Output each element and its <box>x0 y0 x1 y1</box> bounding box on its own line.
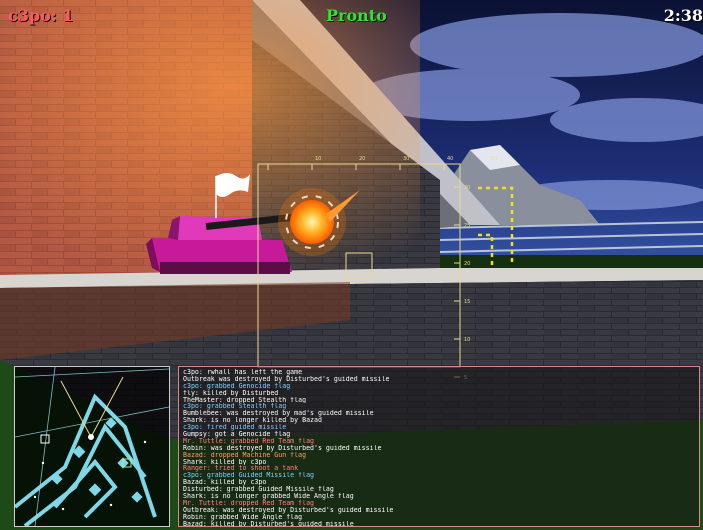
console-message: c3po: grabbed Guided Missile flag <box>183 472 315 480</box>
scope-top-tick-label: 10 <box>315 156 321 162</box>
message-console[interactable]: c3po: rwhall has left the game Outbreak w… <box>178 366 700 527</box>
message-list: c3po: rwhall has left the game Outbreak w… <box>179 367 699 527</box>
radar-walls <box>15 393 157 526</box>
scope-top-tick-label: 30 <box>403 156 409 162</box>
scope-right-tick-label: 15 <box>464 299 470 305</box>
console-message: Bazad: killed by c3po <box>183 479 267 487</box>
scope-right-tick-label: 10 <box>464 337 470 343</box>
console-message: Shark: is no longer grabbed Wide Angle f… <box>183 493 354 500</box>
scope-right-tick-label: 20 <box>464 261 470 267</box>
console-message: Robin: was destroyed by Disturbed's guid… <box>183 444 382 452</box>
console-message: Ranger: tried to shoot a tank <box>183 465 299 473</box>
console-message: TheMaster: dropped Stealth flag <box>183 396 307 404</box>
console-message: Outbreak was destroyed by Disturbed's gu… <box>183 375 390 383</box>
console-message: fly: killed by Disturbed <box>183 389 279 397</box>
console-message: c3po: rwhall has left the game <box>183 369 303 376</box>
console-message: c3po: fired guided missile <box>183 424 287 432</box>
scope-top-tick-label: 50 <box>491 156 497 162</box>
console-message: c3po: grabbed Stealth flag <box>183 403 287 411</box>
scope-top-tick-label: 40 <box>447 156 453 162</box>
player-score: c3po: 1 <box>8 6 74 25</box>
console-message: Bazad: dropped Machine Gun flag <box>183 451 307 459</box>
scope-right-tick-label: 25 <box>464 223 470 229</box>
game-timer: 2:38 <box>663 6 703 25</box>
scope-top-tick-label: 20 <box>359 156 365 162</box>
radar-panel[interactable] <box>14 366 170 527</box>
console-message: c3po: grabbed Genocide flag <box>183 382 291 390</box>
game-status: Pronto <box>326 6 387 25</box>
console-message: Disturbed: grabbed Guided Missile flag <box>183 486 334 494</box>
console-message: Bazad: killed by Disturbed's guided miss… <box>183 520 354 527</box>
console-message: Mr. Tuttle: grabbed Red Team flag <box>183 437 315 445</box>
console-message: Outbreak: was destroyed by Disturbed's g… <box>183 506 394 514</box>
console-message: Mr. Tuttle: dropped Red Team flag <box>183 499 315 507</box>
console-message: Gumpsy: got a Genocide flag <box>183 431 291 438</box>
radar-map <box>15 367 169 526</box>
console-message: Shark: killed by c3po <box>183 458 267 466</box>
scope-right-tick-label: 30 <box>464 185 470 191</box>
console-message: Bumblebee: was destroyed by mad's guided… <box>183 410 374 418</box>
console-message: Shark: is no longer killed by Bazad <box>183 417 322 425</box>
console-message: Robin: grabbed Wide Angle flag <box>183 513 303 521</box>
